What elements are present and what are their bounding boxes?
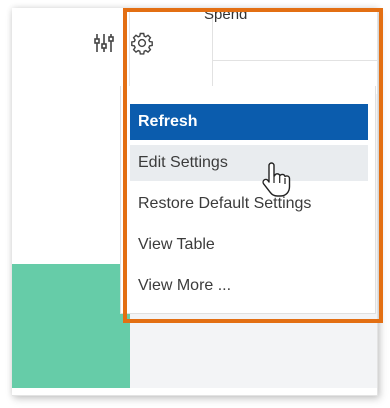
spend-column-header: Spend bbox=[204, 6, 248, 23]
settings-dropdown-menu: Refresh Edit Settings Restore Default Se… bbox=[120, 86, 376, 314]
filter-sliders-icon[interactable] bbox=[92, 31, 116, 55]
gear-icon[interactable] bbox=[130, 31, 154, 55]
menu-item-restore-default-settings[interactable]: Restore Default Settings bbox=[130, 186, 368, 222]
menu-item-view-more[interactable]: View More ... bbox=[130, 268, 368, 304]
hand-pointer-cursor-icon bbox=[260, 162, 292, 198]
menu-item-edit-settings[interactable]: Edit Settings bbox=[130, 145, 368, 181]
row-divider bbox=[212, 60, 377, 61]
menu-item-refresh[interactable]: Refresh bbox=[130, 104, 368, 140]
menu-item-view-table[interactable]: View Table bbox=[130, 227, 368, 263]
chart-panel bbox=[12, 8, 130, 388]
widget-toolbar bbox=[92, 30, 154, 56]
chart-bar bbox=[12, 264, 130, 388]
